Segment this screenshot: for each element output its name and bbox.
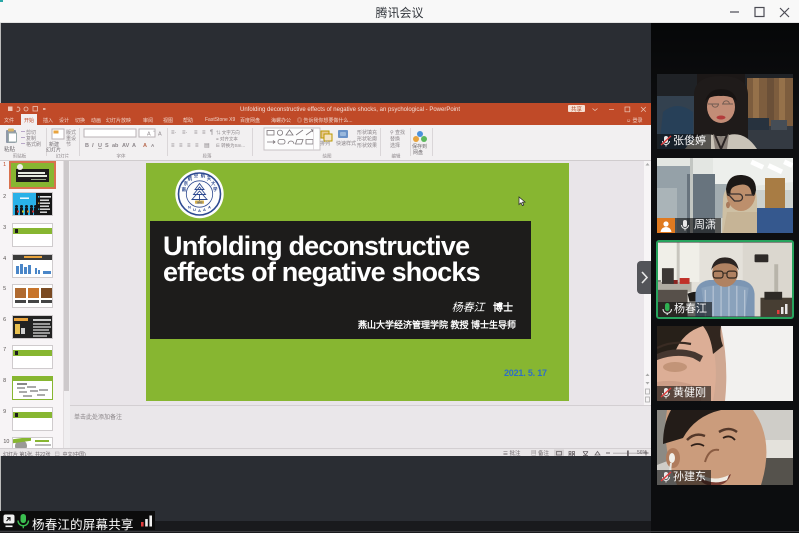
svg-text:航: 航 <box>201 172 206 179</box>
svg-text:AV: AV <box>122 143 130 149</box>
svg-text:1952: 1952 <box>196 200 203 204</box>
svg-text:¶: ¶ <box>210 130 213 136</box>
svg-text:重设: 重设 <box>66 135 76 142</box>
svg-text:I: I <box>92 143 94 149</box>
svg-text:剪切: 剪切 <box>26 129 36 136</box>
svg-text:U: U <box>98 143 102 149</box>
svg-text:格式刷: 格式刷 <box>26 141 41 148</box>
svg-text:A: A <box>158 132 162 138</box>
svg-text:☰ 批注: ☰ 批注 <box>503 449 521 456</box>
svg-text:B: B <box>85 143 89 149</box>
svg-text:≡: ≡ <box>179 143 183 149</box>
svg-text:⇅ 文字方向: ⇅ 文字方向 <box>216 129 240 136</box>
svg-text:A: A <box>208 205 211 210</box>
svg-text:形状填充: 形状填充 <box>357 129 377 136</box>
svg-text:A: A <box>198 208 201 213</box>
svg-text:ab: ab <box>112 143 119 149</box>
svg-text:Unfolding deconstructive effec: Unfolding deconstructive effects of nega… <box>240 107 460 113</box>
svg-text:幻灯片: 幻灯片 <box>46 147 61 154</box>
svg-text:选择: 选择 <box>390 142 400 149</box>
svg-text:替换: 替换 <box>390 136 400 143</box>
svg-text:保存到: 保存到 <box>412 143 427 150</box>
svg-text:≡: ≡ <box>202 130 206 136</box>
svg-text:形状轮廓: 形状轮廓 <box>357 136 377 143</box>
svg-text:粘贴: 粘贴 <box>4 145 16 153</box>
svg-text:航: 航 <box>188 175 193 182</box>
svg-text:≡: ≡ <box>194 130 198 136</box>
svg-text:A: A <box>132 143 136 149</box>
svg-text:形状效果: 形状效果 <box>357 142 377 149</box>
svg-text:N: N <box>188 205 191 210</box>
svg-text:快速样式: 快速样式 <box>336 140 356 147</box>
svg-text:A: A <box>147 132 151 138</box>
svg-text:≡·: ≡· <box>182 130 188 136</box>
svg-text:⋿ 转换为Sm...: ⋿ 转换为Sm... <box>216 142 245 149</box>
svg-text:空: 空 <box>194 172 199 179</box>
svg-text:版式: 版式 <box>66 129 76 136</box>
svg-text:南: 南 <box>182 186 187 193</box>
svg-text:A: A <box>151 143 155 148</box>
svg-text:复制: 复制 <box>26 135 36 142</box>
svg-text:学: 学 <box>213 186 218 193</box>
svg-text:▤ 备注: ▤ 备注 <box>531 449 550 456</box>
svg-text:ˆ: ˆ <box>153 131 155 137</box>
svg-text:共享: 共享 <box>571 105 583 113</box>
svg-text:节: 节 <box>66 142 71 148</box>
svg-text:大: 大 <box>211 180 216 187</box>
svg-text:排列: 排列 <box>320 140 330 147</box>
svg-text:≡ 对齐文本: ≡ 对齐文本 <box>216 136 238 143</box>
svg-text:U: U <box>193 207 196 212</box>
svg-text:≡: ≡ <box>171 143 175 149</box>
svg-text:S: S <box>105 143 109 149</box>
svg-text:▤: ▤ <box>204 143 210 149</box>
svg-text:≡: ≡ <box>195 143 199 149</box>
svg-text:≡·: ≡· <box>171 130 177 136</box>
svg-text:网盘: 网盘 <box>413 149 423 156</box>
svg-text:A: A <box>203 207 206 212</box>
svg-text:A: A <box>143 143 147 149</box>
svg-text:⚲ 查找: ⚲ 查找 <box>390 129 405 136</box>
svg-text:≡: ≡ <box>187 143 191 149</box>
